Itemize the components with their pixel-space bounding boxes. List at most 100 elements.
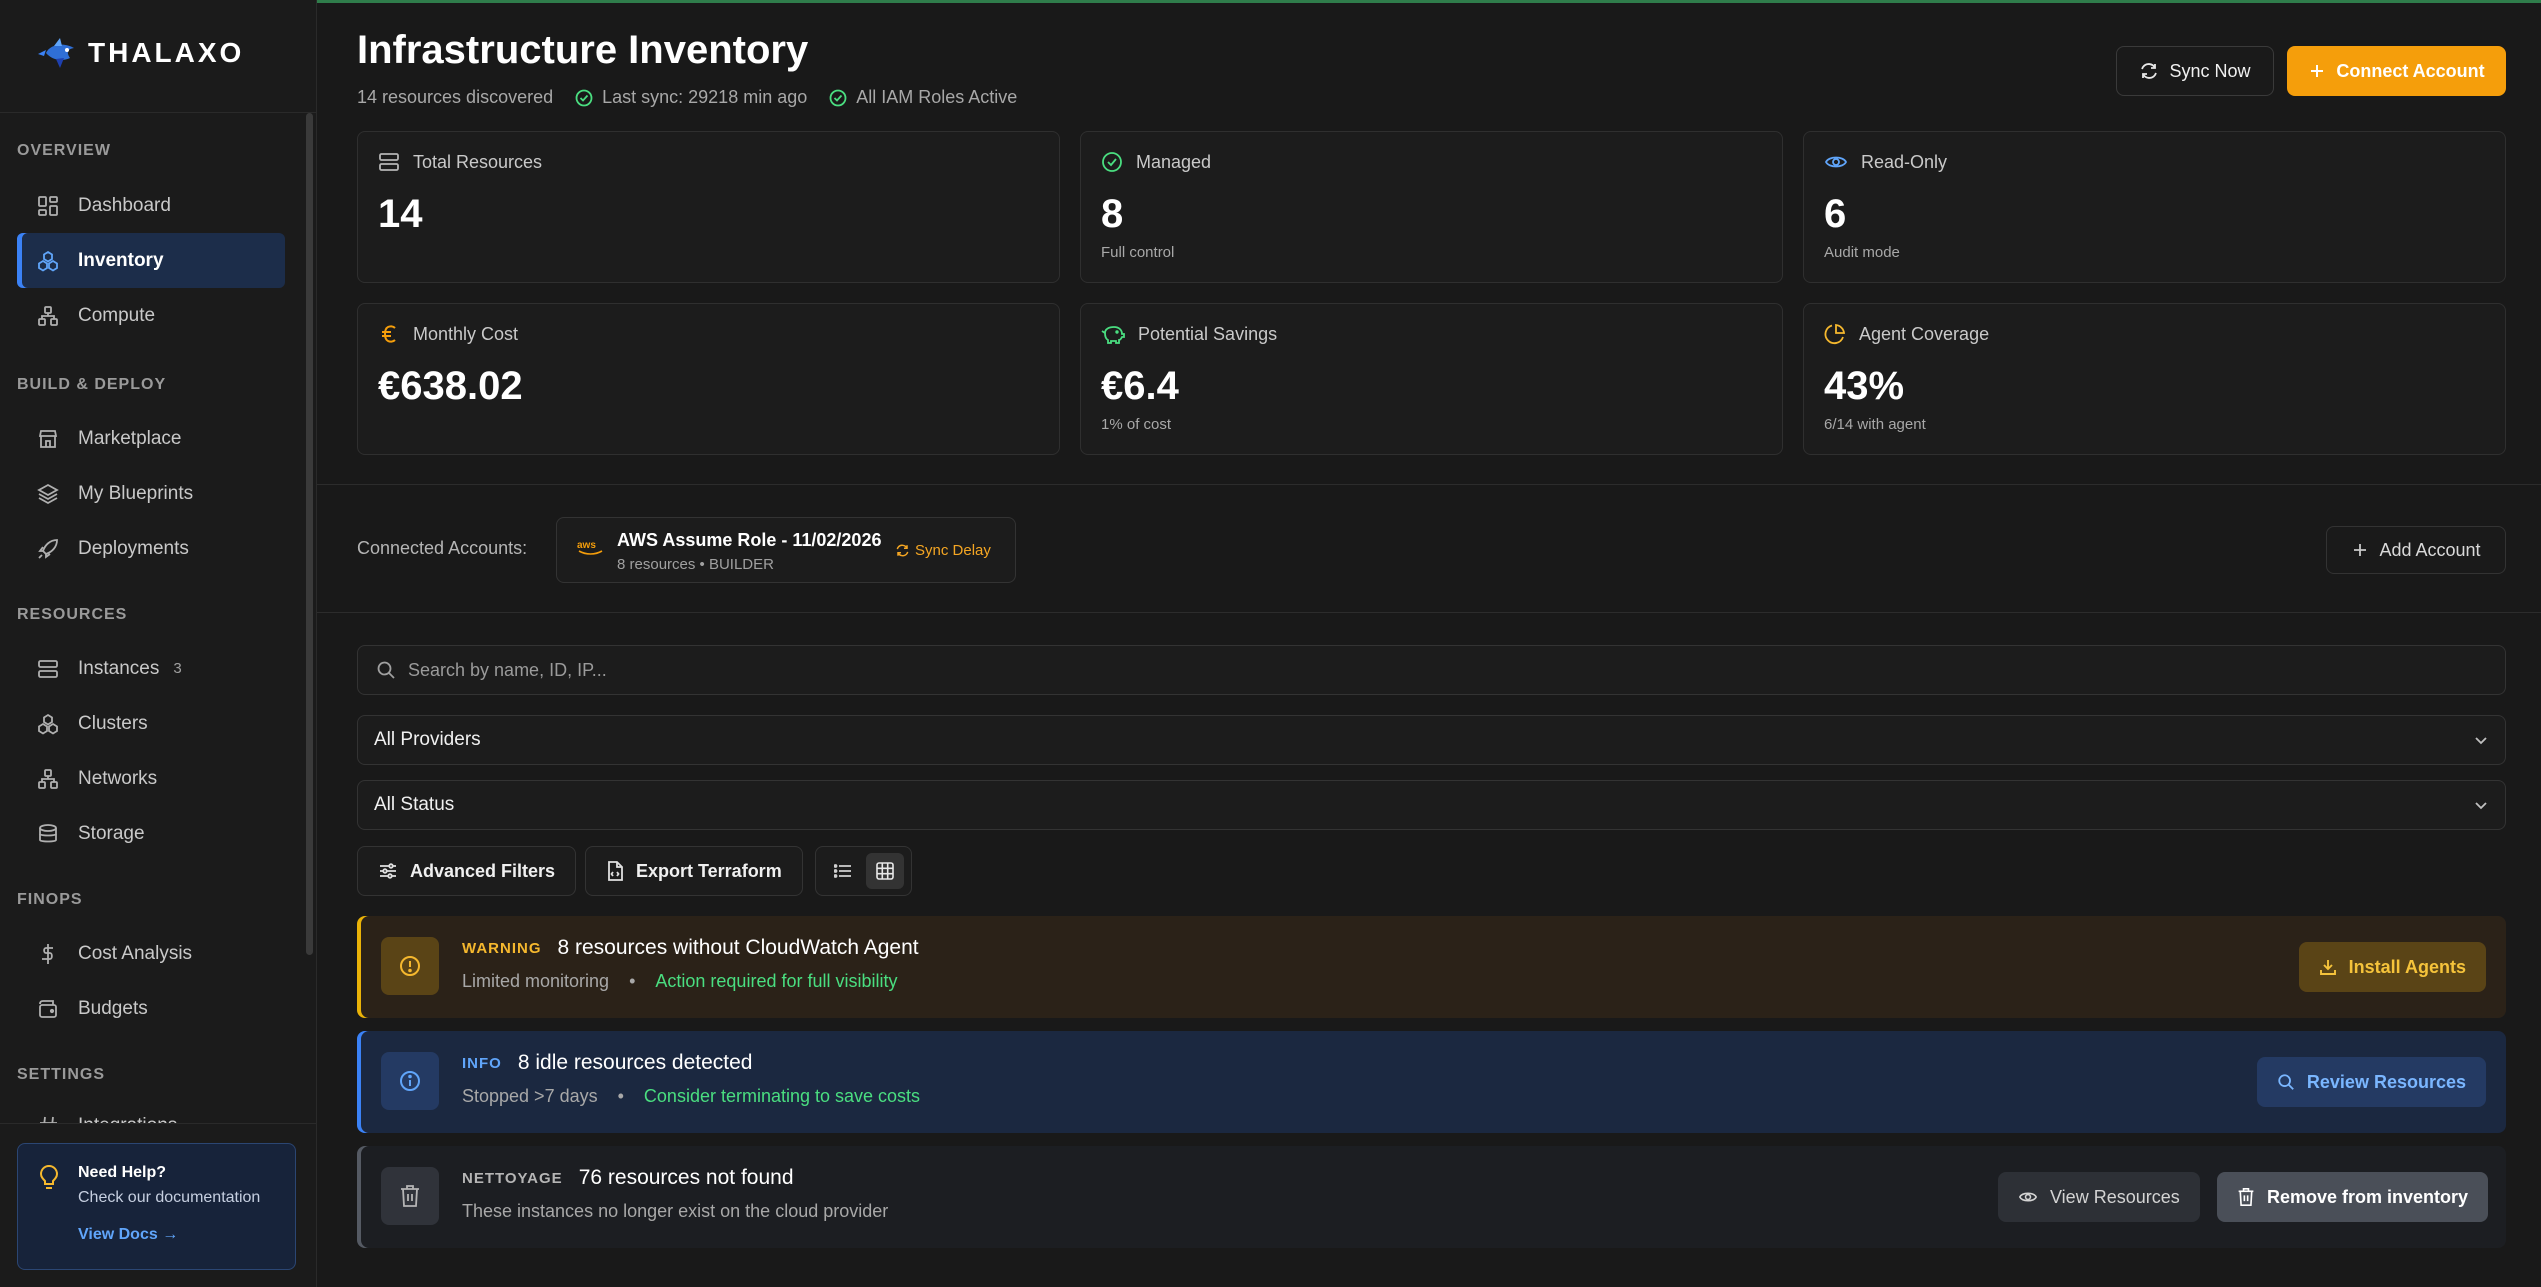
view-docs-link[interactable]: View Docs → [78,1226,178,1244]
resources-discovered: 14 resources discovered [357,87,553,108]
sidebar-item-instances[interactable]: Instances 3 [17,641,285,696]
download-icon [2319,960,2336,975]
search-input[interactable] [408,659,2208,681]
sidebar-nav[interactable]: OVERVIEW Dashboard Inventory Compute BUI… [0,113,316,1123]
sidebar-item-deployments[interactable]: Deployments [17,521,285,576]
sidebar-item-my-blueprints[interactable]: My Blueprints [17,466,285,521]
advanced-filters-button[interactable]: Advanced Filters [357,846,577,896]
sidebar-item-clusters[interactable]: Clusters [17,696,285,751]
sidebar-item-label: Inventory [78,249,164,271]
sidebar-item-label: Deployments [78,537,189,559]
list-icon [834,864,851,878]
section-settings: SETTINGS [17,1066,106,1083]
sidebar-item-cost-analysis[interactable]: Cost Analysis [17,926,285,981]
app-logo[interactable]: THALAXO [34,36,244,70]
stat-value: 8 [1101,192,1124,236]
sidebar-item-label: Clusters [78,712,148,734]
piggy-bank-icon [1101,326,1125,344]
alert-title-row: WARNING 8 resources without CloudWatch A… [462,936,919,960]
alert-icon-box [381,937,439,995]
section-finops: FINOPS [17,891,83,908]
alert-title: 8 resources without CloudWatch Agent [557,936,919,959]
hash-icon [36,1114,60,1123]
sidebar-item-dashboard[interactable]: Dashboard [17,178,285,233]
database-icon [36,822,60,846]
sidebar-item-inventory[interactable]: Inventory [17,233,285,288]
provider-select[interactable]: All Providers [357,715,2506,765]
advanced-filters-label: Advanced Filters [410,860,556,881]
sidebar-item-marketplace[interactable]: Marketplace [17,411,285,466]
rocket-icon [36,537,60,561]
review-resources-button[interactable]: Review Resources [2256,1057,2486,1107]
alert-tag: NETTOYAGE [462,1169,563,1187]
stat-head: Potential Savings [1101,323,1277,345]
alert-circle-icon [400,956,420,976]
sidebar-item-label: Dashboard [78,194,171,216]
stat-value: €638.02 [378,364,523,408]
stat-label: Potential Savings [1138,323,1278,344]
view-resources-button[interactable]: View Resources [1998,1172,2200,1222]
export-terraform-button[interactable]: Export Terraform [585,846,803,896]
eye-icon [2018,1192,2038,1202]
euro-icon [382,325,396,343]
separator-dot: • [629,971,636,991]
sidebar-item-storage[interactable]: Storage [17,806,285,861]
stat-sub: Full control [1101,244,1175,261]
alert-subtitle: Limited monitoring [462,971,610,991]
connect-account-button[interactable]: Connect Account [2287,46,2506,96]
iam-status-text: All IAM Roles Active [856,87,1018,107]
account-meta: 8 resources • BUILDER [617,556,774,573]
alert-icon-box [381,1052,439,1110]
provider-select-value: All Providers [374,729,481,750]
logo-icon [38,38,74,68]
account-chip[interactable]: aws AWS Assume Role - 11/02/2026 8 resou… [556,517,1016,583]
grid-view-button[interactable] [866,853,904,889]
app-name: THALAXO [88,37,245,68]
connected-accounts-label: Connected Accounts: [357,538,528,558]
stat-card-total-resources: Total Resources 14 [357,131,1060,283]
alert-title: 8 idle resources detected [517,1051,753,1074]
grid-icon [876,862,894,880]
header-meta: 14 resources discovered Last sync: 29218… [357,87,1017,108]
inventory-icon [36,249,60,273]
sidebar-item-label: Networks [78,767,158,789]
add-account-button[interactable]: Add Account [2326,526,2506,574]
server-icon [379,153,399,171]
remove-from-inventory-label: Remove from inventory [2267,1186,2469,1207]
sidebar-item-integrations[interactable]: Integrations [17,1098,285,1123]
sidebar-item-label: Integrations [78,1115,177,1124]
network-icon [36,767,60,791]
sidebar-divider-bottom [0,1123,316,1124]
server-icon [36,657,60,681]
plus-icon [2311,65,2324,77]
list-view-button[interactable] [824,853,862,889]
sidebar-item-networks[interactable]: Networks [17,751,285,806]
search-bar[interactable] [357,645,2506,695]
section-resources: RESOURCES [17,606,128,623]
sidebar-scrollbar[interactable] [306,113,313,955]
connect-account-label: Connect Account [2336,60,2485,81]
remove-from-inventory-button[interactable]: Remove from inventory [2217,1172,2489,1222]
sidebar-item-budgets[interactable]: Budgets [17,981,285,1036]
alert-subtitle-row: Stopped >7 days • Consider terminating t… [462,1086,920,1107]
help-card: Need Help? Check our documentation View … [17,1143,296,1270]
status-select[interactable]: All Status [357,780,2506,830]
alert-tag: WARNING [462,939,542,957]
sidebar-item-compute[interactable]: Compute [17,288,285,343]
review-resources-label: Review Resources [2306,1071,2466,1092]
stat-card-managed: Managed 8 Full control [1080,131,1783,283]
sync-now-button[interactable]: Sync Now [2116,46,2274,96]
file-code-icon [608,861,623,881]
sidebar-item-label: My Blueprints [78,482,194,504]
alert-title-row: NETTOYAGE 76 resources not found [462,1166,794,1190]
stat-head: Total Resources [378,151,542,173]
svg-text:aws: aws [577,540,596,551]
check-circle-icon [575,89,593,106]
stat-label: Monthly Cost [413,323,519,344]
section-divider [317,484,2541,485]
sidebar-item-label: Compute [78,304,156,326]
alert-title: 76 resources not found [578,1166,794,1189]
stat-value: 14 [378,192,423,236]
help-subtitle: Check our documentation [78,1189,261,1206]
install-agents-button[interactable]: Install Agents [2298,942,2486,992]
